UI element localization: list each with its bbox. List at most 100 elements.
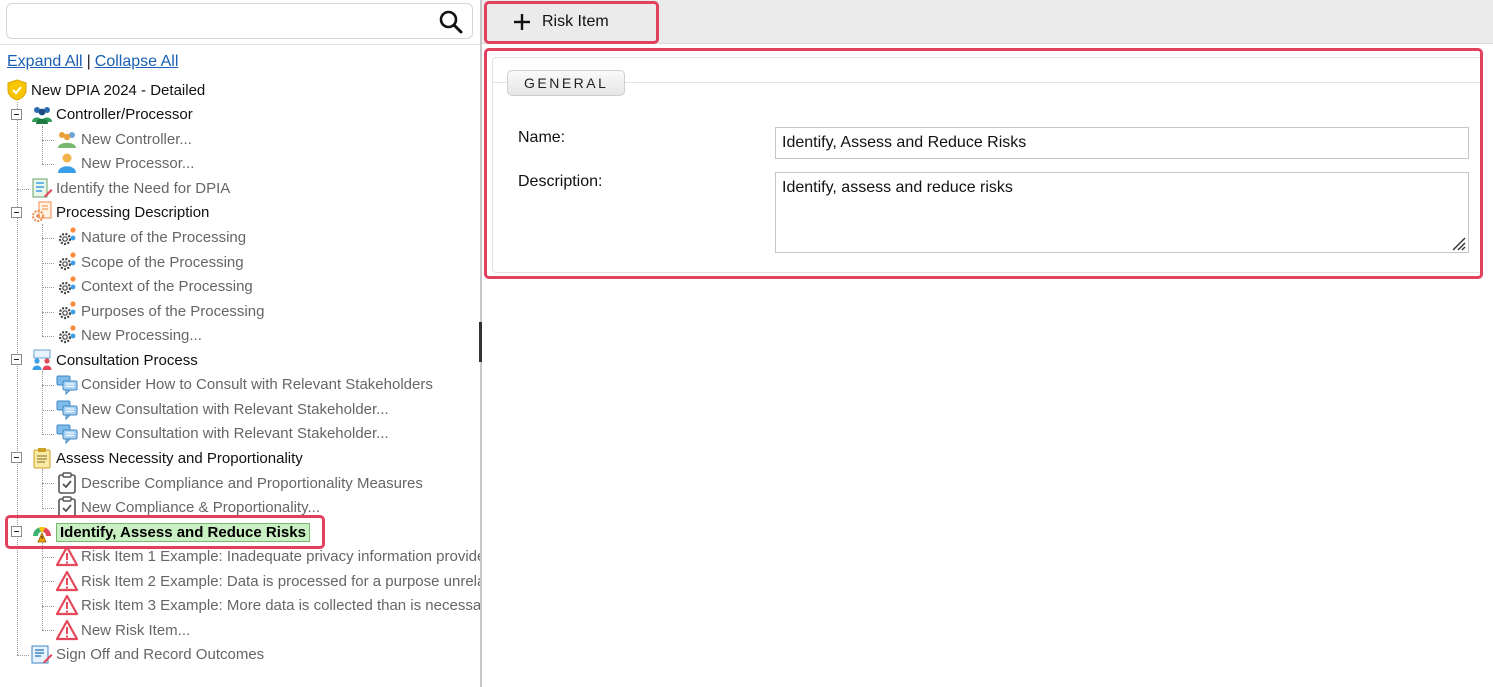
collapse-all-link[interactable]: Collapse All — [95, 53, 179, 70]
tree-node-label-selected: Identify, Assess and Reduce Risks — [56, 522, 310, 542]
tree-line — [42, 263, 54, 264]
tree-line — [42, 287, 54, 288]
tree-line — [42, 126, 43, 164]
tree-node-root[interactable]: New DPIA 2024 - Detailed — [6, 78, 205, 102]
tree-node-consultation-process[interactable]: Consultation Process — [31, 348, 198, 372]
tree-node-controller-processor[interactable]: Controller/Processor — [31, 102, 193, 126]
tree-node-new-controller[interactable]: New Controller... — [56, 127, 192, 151]
warning-icon — [56, 545, 78, 567]
collapse-toggle[interactable] — [11, 354, 22, 365]
general-tab[interactable]: GENERAL — [507, 70, 626, 96]
resize-grip-icon[interactable] — [1449, 234, 1466, 251]
tree-node-identify-risks[interactable]: Identify, Assess and Reduce Risks — [31, 520, 310, 544]
tree-node-purposes[interactable]: Purposes of the Processing — [56, 299, 264, 323]
tree-node-label: New Risk Item... — [81, 621, 191, 639]
tree-line — [42, 312, 54, 313]
shield-icon — [7, 79, 27, 101]
document-icon — [32, 201, 52, 222]
tree-node-label: Assess Necessity and Proportionality — [56, 449, 303, 467]
expand-all-link[interactable]: Expand All — [7, 53, 83, 70]
tree-line — [17, 655, 29, 656]
clipboard-icon — [56, 472, 78, 494]
description-field[interactable]: Identify, assess and reduce risks — [775, 172, 1469, 253]
description-label: Description: — [518, 173, 603, 190]
tree-node-label: Purposes of the Processing — [81, 302, 265, 320]
tree-node-label: New Controller... — [81, 130, 192, 148]
toolbar: Risk Item — [482, 0, 1493, 44]
splitter-grip[interactable] — [479, 322, 482, 362]
tree-line — [42, 508, 54, 509]
clipboard-icon — [33, 448, 51, 469]
collapse-toggle[interactable] — [11, 109, 22, 120]
person-icon — [58, 153, 76, 173]
people-icon — [32, 349, 52, 370]
gear-icon — [56, 275, 78, 297]
tree-controls: Expand All | Collapse All — [7, 53, 178, 71]
tree-line — [42, 483, 54, 484]
search-icon[interactable] — [438, 9, 464, 35]
collapse-toggle[interactable] — [11, 526, 22, 537]
tree-node-label: Risk Item 1 Example: Inadequate privacy … — [81, 547, 480, 565]
warning-icon — [56, 619, 78, 641]
gear-icon — [56, 251, 78, 273]
tree-node-label: Identify the Need for DPIA — [56, 179, 231, 197]
tree-node-label: Context of the Processing — [81, 277, 253, 295]
section-divider — [493, 82, 1481, 83]
tree-node-label: Nature of the Processing — [81, 228, 247, 246]
tree-node-new-risk-item[interactable]: New Risk Item... — [56, 618, 190, 642]
tree-line — [42, 557, 54, 558]
search-input[interactable] — [15, 10, 425, 34]
tree-line — [42, 630, 54, 631]
tree-line — [42, 606, 54, 607]
chat-icon — [56, 373, 78, 395]
tree-node-label: Consultation Process — [56, 351, 198, 369]
tree-node-label: Sign Off and Record Outcomes — [56, 645, 265, 663]
tree-node-scope[interactable]: Scope of the Processing — [56, 250, 244, 274]
collapse-toggle[interactable] — [11, 207, 22, 218]
warning-icon — [56, 594, 78, 616]
tree-node-risk-item[interactable]: Risk Item 1 Example: Inadequate privacy … — [56, 544, 480, 568]
tree-node-identify-need[interactable]: Identify the Need for DPIA — [31, 176, 230, 200]
tree-node-label: New Compliance & Proportionality... — [81, 498, 320, 516]
general-section: GENERAL Name: Description: Identify, ass… — [492, 57, 1482, 273]
gear-icon — [56, 226, 78, 248]
collapse-toggle[interactable] — [11, 452, 22, 463]
tree-node-consider-consult[interactable]: Consider How to Consult with Relevant St… — [56, 372, 433, 396]
tree-node-label: Controller/Processor — [56, 105, 193, 123]
tree-node-label: Processing Description — [56, 203, 210, 221]
tree-line — [42, 410, 54, 411]
people-icon — [32, 107, 52, 124]
tree-node-label: Consider How to Consult with Relevant St… — [81, 375, 433, 393]
people-icon — [58, 132, 76, 148]
divider — [0, 44, 480, 45]
tree-line — [42, 164, 54, 165]
tree-node-risk-item[interactable]: Risk Item 3 Example: More data is collec… — [56, 593, 480, 617]
name-label: Name: — [518, 129, 566, 146]
chat-icon — [56, 398, 78, 420]
tree-line — [42, 371, 43, 433]
tree-panel: Expand All | Collapse All New DPIA 2024 … — [0, 0, 480, 687]
tree-node-label: New DPIA 2024 - Detailed — [31, 81, 206, 99]
tree-node-context[interactable]: Context of the Processing — [56, 274, 253, 298]
tree-node-sign-off[interactable]: Sign Off and Record Outcomes — [31, 642, 264, 666]
tree-line — [42, 385, 54, 386]
add-risk-item-button[interactable]: Risk Item — [490, 6, 652, 38]
tree-node-risk-item[interactable]: Risk Item 2 Example: Data is processed f… — [56, 569, 480, 593]
warning-icon — [56, 570, 78, 592]
tree-line — [42, 238, 54, 239]
tree-node-nature[interactable]: Nature of the Processing — [56, 225, 246, 249]
tree-node-assess-necessity[interactable]: Assess Necessity and Proportionality — [31, 446, 303, 470]
dpia-tree: New DPIA 2024 - Detailed Controller/Proc… — [0, 78, 480, 678]
tree-node-new-consultation[interactable]: New Consultation with Relevant Stakehold… — [56, 421, 389, 445]
name-field[interactable] — [775, 127, 1469, 159]
signoff-icon — [31, 645, 53, 664]
tree-node-describe-compliance[interactable]: Describe Compliance and Proportionality … — [56, 471, 423, 495]
tree-node-new-consultation[interactable]: New Consultation with Relevant Stakehold… — [56, 397, 389, 421]
tree-node-label: New Processing... — [81, 326, 202, 344]
tree-node-new-compliance[interactable]: New Compliance & Proportionality... — [56, 495, 320, 519]
tree-node-processing-description[interactable]: Processing Description — [31, 200, 209, 224]
tree-node-label: Risk Item 2 Example: Data is processed f… — [81, 572, 480, 590]
tree-node-new-processing[interactable]: New Processing... — [56, 323, 202, 347]
tree-node-new-processor[interactable]: New Processor... — [56, 151, 194, 175]
tree-node-label: Risk Item 3 Example: More data is collec… — [81, 596, 480, 614]
